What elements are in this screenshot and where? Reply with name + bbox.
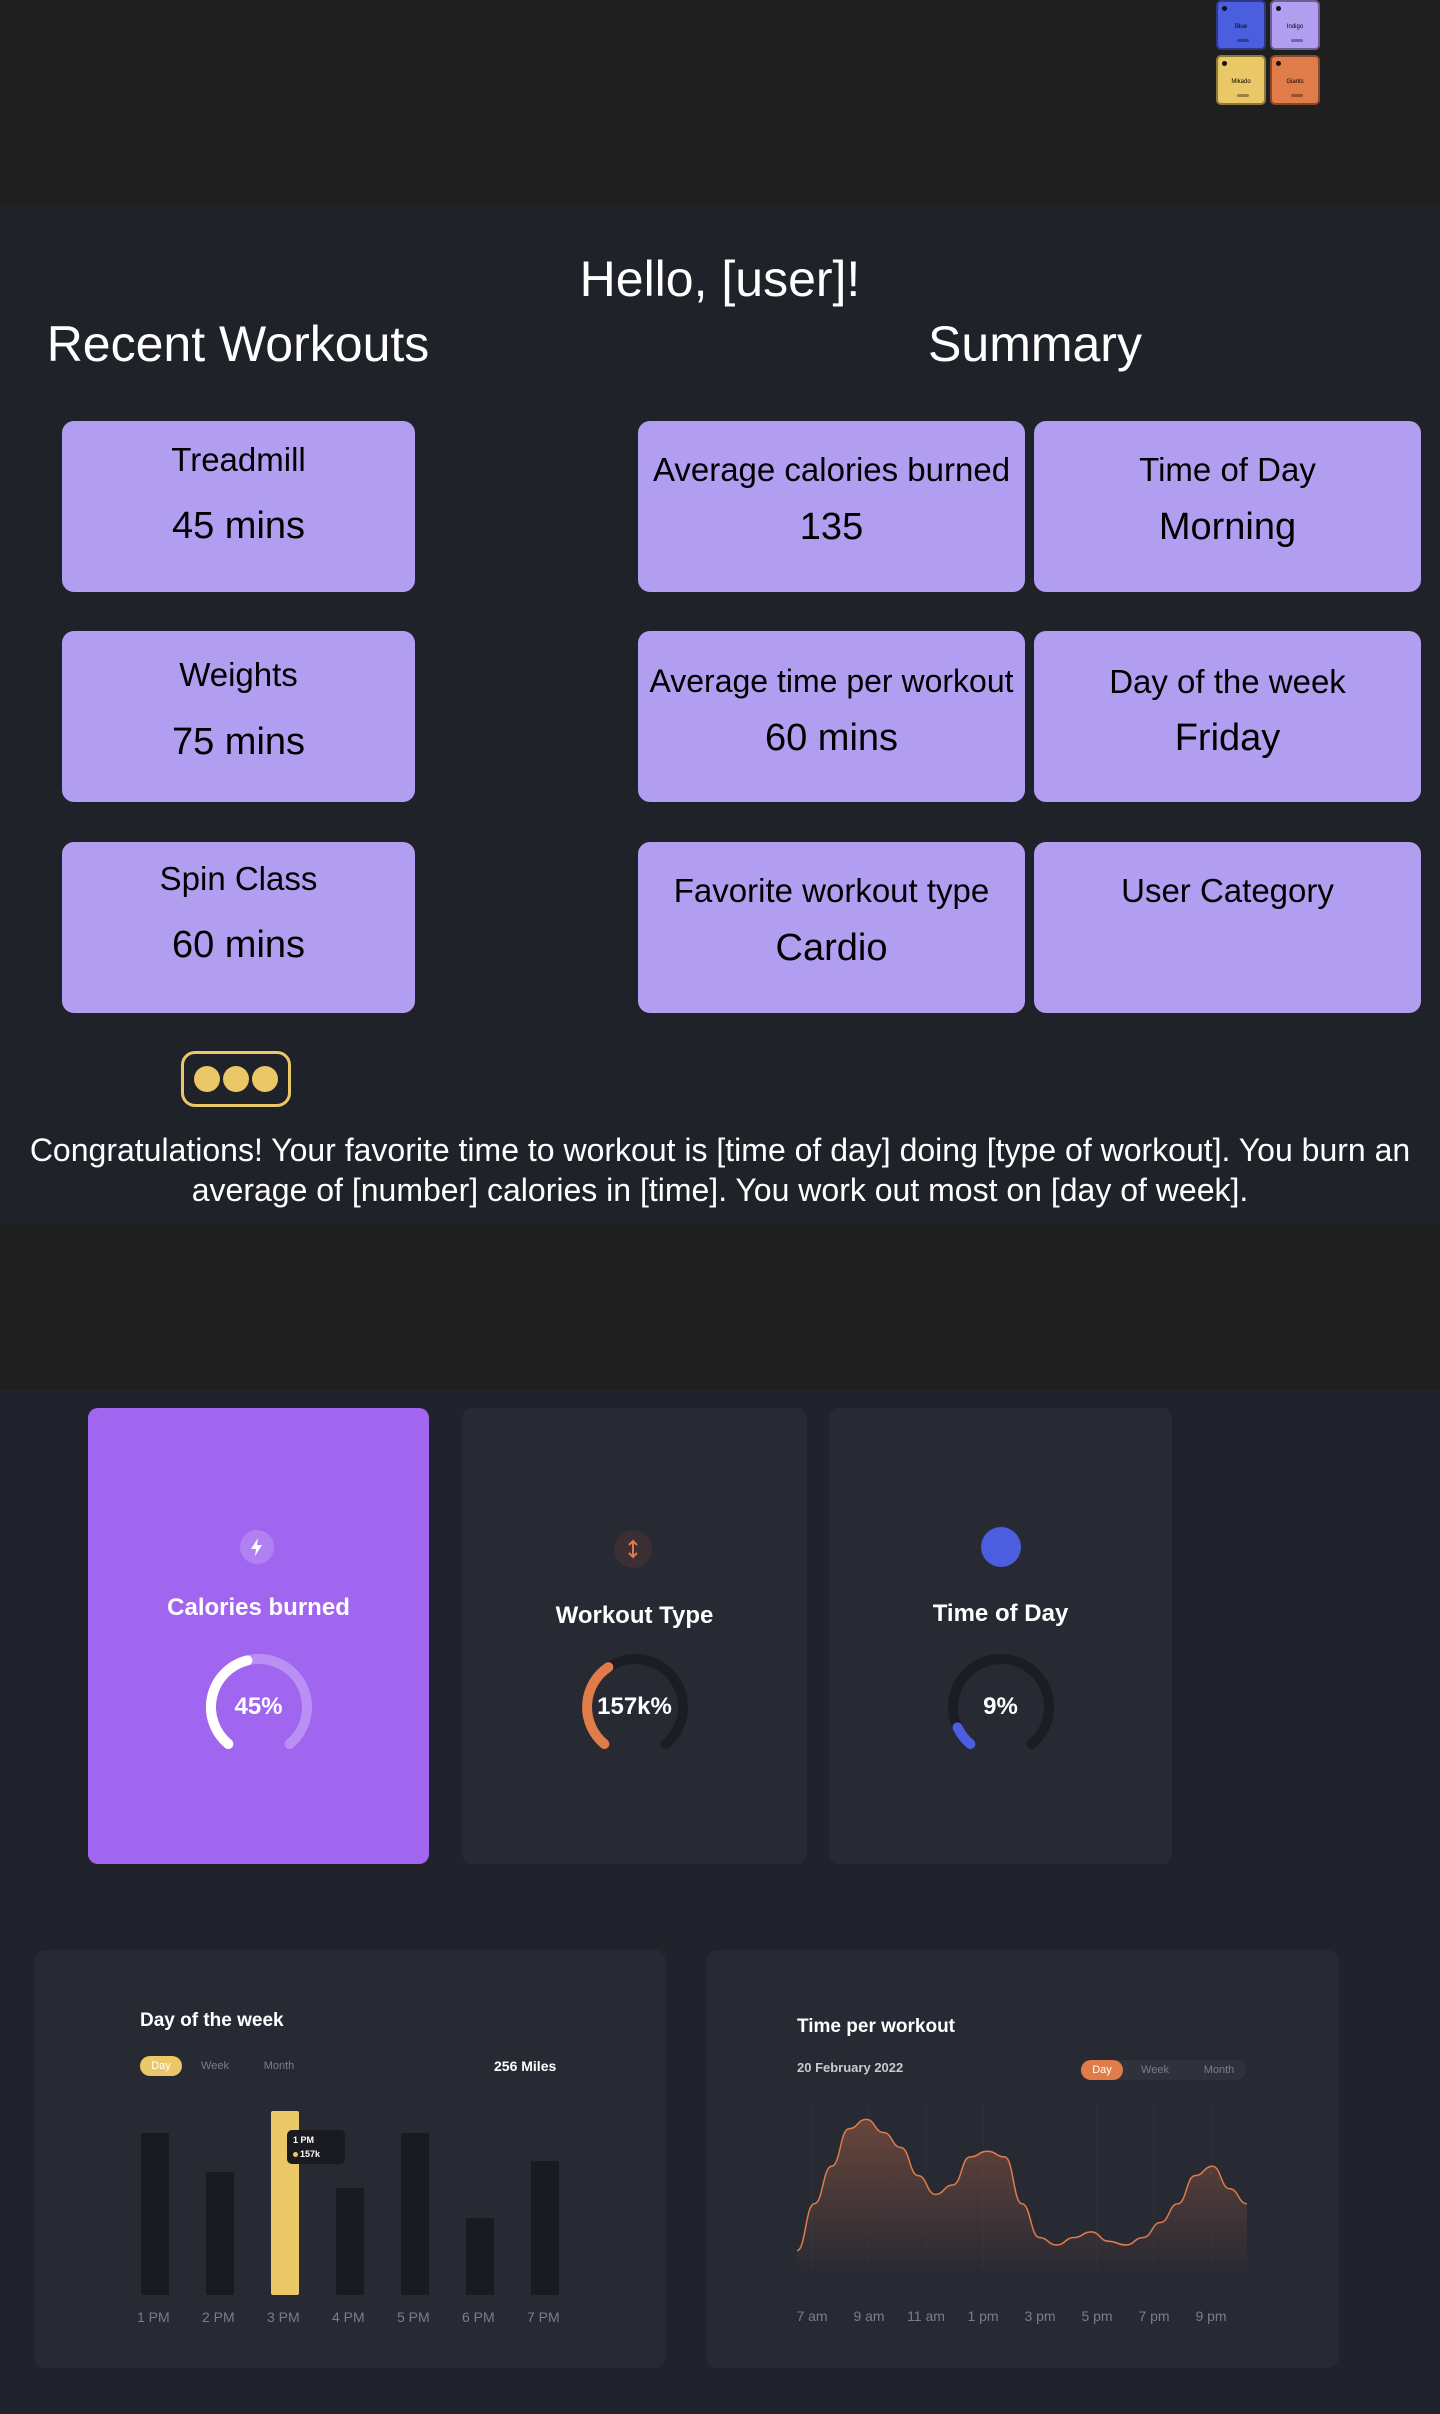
summary-label: Time of Day [1139,451,1316,488]
workout-name: Spin Class [159,860,318,897]
summary-label: Average time per workout [649,663,1014,699]
time-per-workout-panel: Time per workout 20 February 2022 Day We… [706,1950,1339,2368]
summary-card-calories: Average calories burned 135 [638,421,1025,592]
greeting: Hello, [user]! [579,251,861,307]
swatch-giants[interactable]: Giants [1270,55,1320,105]
stat-card-workout-type[interactable]: Workout Type 157k% [462,1408,807,1864]
x-tick-label: 7 pm [1138,2308,1169,2324]
workout-name: Weights [179,656,298,693]
x-tick-label: 2 PM [202,2309,235,2325]
summary-card-time-of-day: Time of Day Morning [1034,421,1421,592]
workout-duration: 60 mins [171,924,306,966]
bar-1pm[interactable] [141,2133,169,2295]
x-tick-label: 4 PM [332,2309,365,2325]
swatch-label: Indigo [1286,24,1304,30]
tooltip-time: 1 PM [293,2135,315,2145]
bar-chart: 1 PM 2 PM 3 PM 4 PM 5 PM 6 PM 7 PM [34,1950,666,2368]
summary-card-avg-time: Average time per workout 60 mins [638,631,1025,802]
stat-card-calories[interactable]: Calories burned 45% [88,1408,429,1864]
more-dots-icon[interactable] [181,1051,291,1107]
summary-value: Cardio [775,927,888,969]
stats-section: Calories burned 45% Workout Type 157k% T… [0,1390,1440,2414]
swatch-mikado[interactable]: Mikado [1216,55,1266,105]
workout-duration: 75 mins [171,721,306,763]
summary-card-user-category: User Category [1034,842,1421,1013]
day-of-week-panel: Day of the week Day Week Month 256 Miles… [34,1950,666,2368]
area-fill [797,2119,1247,2275]
summary-heading: Summary [928,316,1142,372]
tooltip-value: 157k [300,2149,321,2159]
x-tick-label: 5 PM [397,2309,430,2325]
swatch-label: Giants [1286,79,1304,85]
stat-label: Calories burned [167,1594,350,1621]
congratulations-message: Congratulations! Your favorite time to w… [29,1132,1411,1208]
x-tick-label: 9 pm [1195,2308,1226,2324]
stat-card-time-of-day[interactable]: Time of Day 9% [829,1408,1172,1864]
x-tick-label: 6 PM [462,2309,495,2325]
x-tick-label: 11 am [907,2308,945,2324]
x-tick-label: 5 pm [1081,2308,1112,2324]
stat-value: 9% [983,1693,1018,1720]
summary-label: Favorite workout type [673,872,990,909]
workout-type-progress-ring: 157k% [578,1650,692,1764]
stat-label: Time of Day [932,1600,1069,1627]
workout-name: Treadmill [171,441,306,478]
summary-card-favorite-type: Favorite workout type Cardio [638,842,1025,1013]
bar-tooltip: 1 PM 157k [287,2130,345,2164]
x-tick-label: 1 pm [967,2308,998,2324]
workout-duration: 45 mins [171,505,306,547]
calories-progress-ring: 45% [202,1650,316,1764]
summary-label: User Category [1121,872,1334,909]
circle-icon [981,1527,1021,1567]
bar-2pm[interactable] [206,2171,234,2295]
lightning-icon [240,1530,274,1564]
summary-value: 135 [799,506,864,548]
x-tick-label: 7 am [796,2308,827,2324]
up-down-arrow-icon [614,1530,652,1568]
bar-5pm[interactable] [401,2133,429,2295]
swatch-label: Blue [1234,24,1247,30]
ring-progress [952,1722,975,1749]
bar-4pm[interactable] [336,2188,364,2295]
x-tick-label: 3 PM [267,2309,300,2325]
dashboard-section: Hello, [user]! Recent Workouts Summary T… [0,205,1440,1225]
workout-card-treadmill[interactable]: Treadmill 45 mins [62,421,415,592]
area-chart: 7 am 9 am 11 am 1 pm 3 pm 5 pm 7 pm 9 pm [796,2100,1248,2324]
swatch-label: Mikado [1231,79,1251,85]
summary-label: Day of the week [1109,663,1346,700]
summary-label: Average calories burned [652,451,1011,488]
swatch-indigo[interactable]: Indigo [1270,0,1320,50]
summary-value: Morning [1158,506,1297,548]
bar-6pm[interactable] [466,2217,494,2295]
workout-card-weights[interactable]: Weights 75 mins [62,631,415,802]
summary-value: Friday [1174,717,1281,759]
stat-value: 45% [234,1693,283,1720]
x-tick-label: 9 am [853,2308,884,2324]
workout-card-spin-class[interactable]: Spin Class 60 mins [62,842,415,1013]
swatch-blue[interactable]: Blue [1216,0,1266,50]
x-tick-label: 7 PM [527,2309,560,2325]
x-tick-label: 1 PM [137,2309,170,2325]
stat-label: Workout Type [555,1602,714,1629]
summary-value: 60 mins [764,717,899,759]
stat-value: 157k% [597,1693,672,1720]
bar-7pm[interactable] [531,2160,559,2295]
recent-workouts-heading: Recent Workouts [46,316,430,372]
x-tick-label: 3 pm [1024,2308,1055,2324]
summary-card-day-of-week: Day of the week Friday [1034,631,1421,802]
time-of-day-progress-ring: 9% [944,1650,1058,1764]
